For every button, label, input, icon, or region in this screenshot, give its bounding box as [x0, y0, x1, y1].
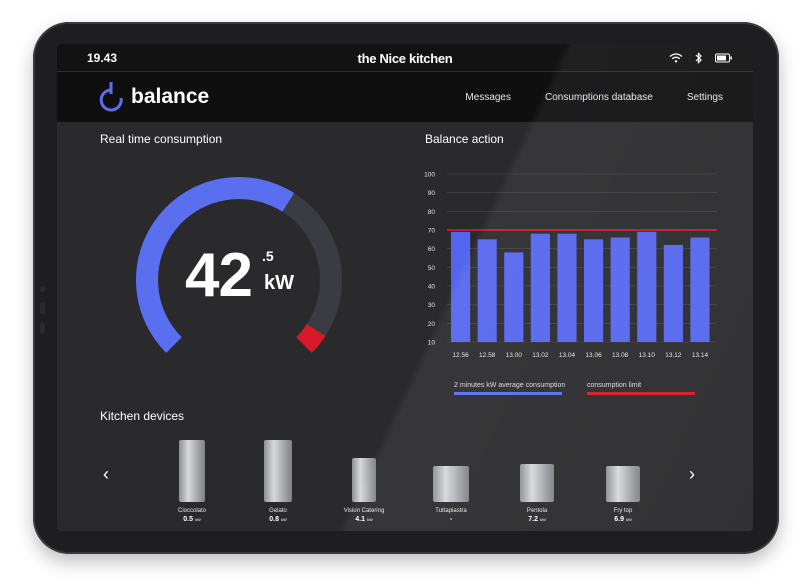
kettle-image — [520, 464, 554, 502]
y-tick-label: 60 — [428, 246, 436, 253]
legend-average-swatch — [454, 392, 562, 395]
gauge-decimal: .5 — [262, 248, 274, 264]
legend-limit-swatch — [587, 392, 695, 395]
bar — [504, 252, 524, 342]
bar — [690, 237, 710, 342]
y-tick-label: 70 — [428, 228, 436, 235]
x-tick-label: 13.10 — [639, 352, 656, 359]
device-pentola[interactable]: Pentola 7.2 kW — [497, 464, 577, 523]
device-name: Tuttapiastra — [435, 508, 467, 514]
side-button-2 — [40, 322, 45, 334]
x-tick-label: 13.14 — [692, 352, 709, 359]
device-tuttapiastra[interactable]: Tuttapiastra - — [411, 466, 491, 523]
x-tick-label: 13.12 — [665, 352, 682, 359]
device-value: 4.1 kW — [355, 516, 373, 523]
device-name: Pentola — [526, 508, 548, 514]
balance-logo-icon — [99, 82, 123, 112]
y-tick-label: 40 — [428, 284, 436, 291]
bar — [530, 233, 550, 342]
realtime-title: Real time consumption — [100, 132, 223, 146]
screen: 19.43 the Nice kitchen balance Messages … — [57, 44, 753, 531]
chevron-right-icon[interactable]: › — [689, 464, 695, 485]
balance-title: Balance action — [425, 132, 504, 146]
devices-title: Kitchen devices — [100, 409, 185, 423]
legend-average: 2 minutes kW average consumption — [454, 382, 565, 395]
x-tick-label: 13.08 — [612, 352, 629, 359]
navbar: balance Messages Consumptions database S… — [57, 72, 753, 122]
legend-limit-label: consumption limit — [587, 382, 642, 389]
nav-consumptions-database[interactable]: Consumptions database — [545, 92, 653, 103]
nav-links: Messages Consumptions database Settings — [465, 92, 723, 103]
device-name: Gelato — [269, 508, 287, 514]
x-tick-label: 12.58 — [479, 352, 496, 359]
x-tick-label: 13.00 — [506, 352, 523, 359]
fry-top-image — [606, 466, 640, 502]
y-tick-label: 30 — [428, 302, 436, 309]
device-value: 0.5 kW — [183, 516, 201, 523]
y-tick-label: 20 — [428, 321, 436, 328]
x-tick-label: 12.56 — [452, 352, 469, 359]
y-tick-label: 80 — [428, 209, 436, 216]
app-logo[interactable]: balance — [97, 81, 209, 113]
device-cioccolato[interactable]: Cioccolato 0.5 kW — [152, 440, 232, 523]
device-value: - — [449, 516, 453, 523]
y-tick-label: 100 — [424, 172, 435, 179]
blast-chiller-image — [179, 440, 205, 502]
oven-image — [352, 458, 376, 502]
legend-limit: consumption limit — [587, 382, 695, 395]
device-value: 0.8 kW — [269, 516, 287, 523]
device-value: 6.9 kW — [614, 516, 632, 523]
device-name: Vision Catering — [343, 508, 385, 514]
nav-settings[interactable]: Settings — [687, 92, 723, 103]
bar — [663, 244, 683, 342]
y-tick-label: 90 — [428, 190, 436, 197]
side-button — [40, 302, 45, 314]
bar — [610, 237, 630, 342]
device-list: Cioccolato 0.5 kW Gelato 0.8 kW Vision C… — [152, 434, 657, 529]
device-gelato[interactable]: Gelato 0.8 kW — [238, 440, 318, 523]
range-image — [433, 466, 469, 502]
gauge-limit-zone — [296, 323, 326, 353]
device-name: Fry top — [613, 508, 633, 514]
device-vision-catering[interactable]: Vision Catering 4.1 kW — [324, 458, 404, 523]
device-name: Cioccolato — [177, 508, 206, 514]
bar — [557, 233, 577, 342]
status-bar: 19.43 the Nice kitchen — [57, 44, 753, 72]
bar — [584, 239, 604, 342]
gauge-value: 42 — [185, 241, 253, 310]
blast-chiller-image — [264, 440, 292, 502]
legend-average-label: 2 minutes kW average consumption — [454, 382, 566, 389]
brand-title: the Nice kitchen — [357, 51, 453, 66]
volume-button — [40, 286, 45, 292]
device-value: 7.2 kW — [528, 516, 546, 523]
logo-text: balance — [131, 85, 210, 108]
bar — [451, 231, 471, 342]
y-tick-label: 50 — [428, 265, 436, 272]
x-tick-label: 13.06 — [585, 352, 602, 359]
balance-chart: 100 90 80 70 60 50 40 30 20 10 12.56 12.58 13.00 13.0… — [424, 172, 717, 359]
x-tick-label: 13.04 — [559, 352, 576, 359]
device-fry-top[interactable]: Fry top 6.9 kW — [583, 466, 663, 523]
y-tick-label: 10 — [428, 340, 436, 347]
bar — [477, 239, 497, 342]
bar — [637, 231, 657, 342]
chevron-left-icon[interactable]: ‹ — [103, 464, 109, 485]
nav-messages[interactable]: Messages — [465, 92, 511, 103]
x-tick-label: 13.02 — [532, 352, 549, 359]
gauge-unit: kW — [264, 272, 294, 294]
